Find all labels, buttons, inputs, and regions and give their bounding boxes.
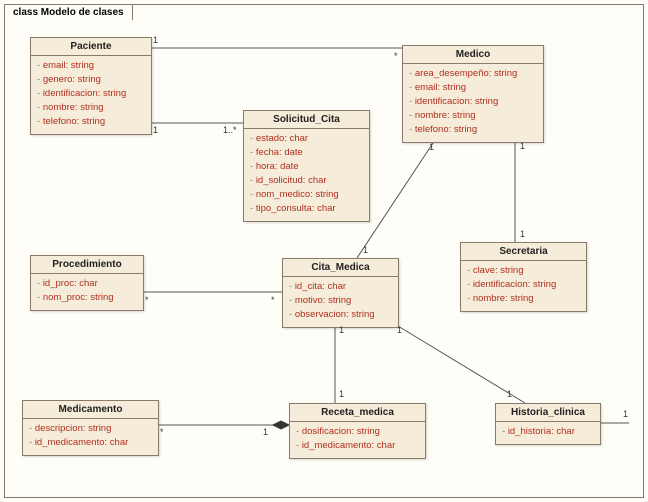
attr: nombre: string xyxy=(37,101,145,115)
class-procedimiento: Procedimiento id_proc: char nom_proc: st… xyxy=(30,255,144,311)
attr: descripcion: string xyxy=(29,422,152,436)
attr: telefono: string xyxy=(37,115,145,129)
attr: identificacion: string xyxy=(409,95,537,109)
attr: identificacion: string xyxy=(467,278,580,292)
attr: id_solicitud: char xyxy=(250,174,363,188)
class-title: Procedimiento xyxy=(31,256,143,274)
attr: fecha: date xyxy=(250,146,363,160)
attr: id_cita: char xyxy=(289,280,392,294)
attr: email: string xyxy=(37,59,145,73)
attr: tipo_consulta: char xyxy=(250,202,363,216)
attr: genero: string xyxy=(37,73,145,87)
class-solicitud-cita: Solicitud_Cita estado: char fecha: date … xyxy=(243,110,370,222)
attr: area_desempeño: string xyxy=(409,67,537,81)
attr: id_medicamento: char xyxy=(29,436,152,450)
attr: dosificacion: string xyxy=(296,425,419,439)
mult: 1 xyxy=(520,141,525,151)
attr: id_historia: char xyxy=(502,425,594,439)
class-body: estado: char fecha: date hora: date id_s… xyxy=(244,129,369,221)
attr: nom_proc: string xyxy=(37,291,137,305)
attr: identificacion: string xyxy=(37,87,145,101)
class-body: id_proc: char nom_proc: string xyxy=(31,274,143,310)
class-title: Paciente xyxy=(31,38,151,56)
class-cita-medica: Cita_Medica id_cita: char motivo: string… xyxy=(282,258,399,328)
mult: 1 xyxy=(397,325,402,335)
class-body: email: string genero: string identificac… xyxy=(31,56,151,134)
class-receta-medica: Receta_medica dosificacion: string id_me… xyxy=(289,403,426,459)
attr: motivo: string xyxy=(289,294,392,308)
mult: * xyxy=(394,51,398,61)
class-body: area_desempeño: string email: string ide… xyxy=(403,64,543,142)
mult: 1 xyxy=(623,409,628,419)
attr: clave: string xyxy=(467,264,580,278)
mult: 1 xyxy=(153,35,158,45)
class-secretaria: Secretaria clave: string identificacion:… xyxy=(460,242,587,312)
class-title: Solicitud_Cita xyxy=(244,111,369,129)
attr: email: string xyxy=(409,81,537,95)
class-title: Secretaria xyxy=(461,243,586,261)
mult: * xyxy=(160,427,164,437)
mult: 1 xyxy=(507,389,512,399)
diagram-frame: class Modelo de clases Paciente xyxy=(4,4,644,498)
class-body: id_cita: char motivo: string observacion… xyxy=(283,277,398,327)
attr: id_medicamento: char xyxy=(296,439,419,453)
class-paciente: Paciente email: string genero: string id… xyxy=(30,37,152,135)
attr: observacion: string xyxy=(289,308,392,322)
class-title: Historia_clinica xyxy=(496,404,600,422)
mult: * xyxy=(145,295,149,305)
class-title: Cita_Medica xyxy=(283,259,398,277)
class-title: Receta_medica xyxy=(290,404,425,422)
mult: 1 xyxy=(339,325,344,335)
attr: hora: date xyxy=(250,160,363,174)
mult: 1 xyxy=(263,427,268,437)
class-medicamento: Medicamento descripcion: string id_medic… xyxy=(22,400,159,456)
mult: 1 xyxy=(153,125,158,135)
attr: nombre: string xyxy=(409,109,537,123)
attr: telefono: string xyxy=(409,123,537,137)
mult: 1..* xyxy=(223,125,237,135)
class-body: clave: string identificacion: string nom… xyxy=(461,261,586,311)
mult: * xyxy=(271,295,275,305)
canvas: class Modelo de clases Paciente xyxy=(0,0,648,502)
class-body: id_historia: char xyxy=(496,422,600,444)
attr: nombre: string xyxy=(467,292,580,306)
class-historia-clinica: Historia_clinica id_historia: char xyxy=(495,403,601,445)
attr: nom_medico: string xyxy=(250,188,363,202)
mult: 1 xyxy=(520,229,525,239)
class-body: dosificacion: string id_medicamento: cha… xyxy=(290,422,425,458)
attr: id_proc: char xyxy=(37,277,137,291)
class-title: Medico xyxy=(403,46,543,64)
class-title: Medicamento xyxy=(23,401,158,419)
attr: estado: char xyxy=(250,132,363,146)
class-medico: Medico area_desempeño: string email: str… xyxy=(402,45,544,143)
mult: 1 xyxy=(363,245,368,255)
class-body: descripcion: string id_medicamento: char xyxy=(23,419,158,455)
mult: 1 xyxy=(429,142,434,152)
diagram-title: class Modelo de clases xyxy=(4,4,133,20)
mult: 1 xyxy=(339,389,344,399)
